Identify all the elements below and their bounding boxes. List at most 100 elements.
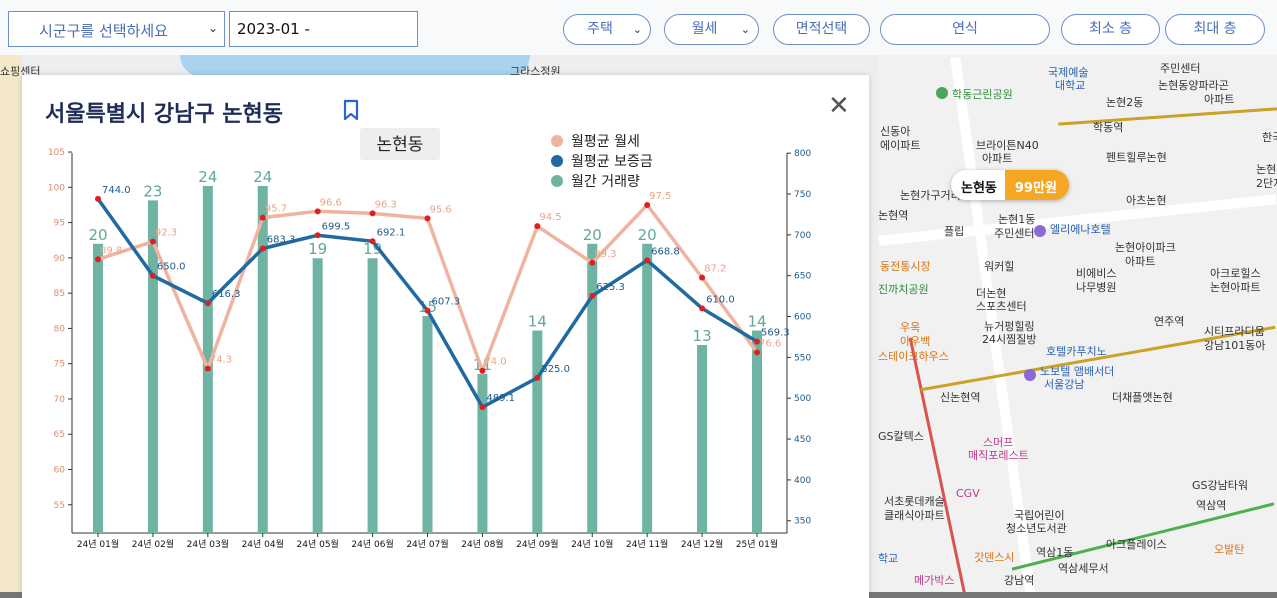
deposit-point xyxy=(259,245,266,252)
volume-label: 13 xyxy=(693,327,712,345)
deposit-point xyxy=(644,257,651,264)
map-label: 오발탄 xyxy=(1214,543,1245,556)
rent-value-label: 96.3 xyxy=(375,199,397,210)
map-label: 주민센터 xyxy=(1160,62,1201,75)
y-tick-label-right: 700 xyxy=(794,231,811,241)
deposit-value-label: 744.0 xyxy=(102,185,131,196)
x-tick-label: 24년 04월 xyxy=(242,538,284,550)
y-tick-label-right: 350 xyxy=(794,517,811,527)
district-select[interactable]: 시군구를 선택하세요 ⌄ xyxy=(8,11,225,47)
rent-point xyxy=(314,208,321,215)
close-icon[interactable]: ✕ xyxy=(828,93,850,119)
map-river xyxy=(180,55,530,77)
deposit-value-label: 607.3 xyxy=(432,297,461,308)
y-tick-label-right: 500 xyxy=(794,394,811,404)
y-tick-label-left: 95 xyxy=(54,219,65,229)
deposit-point xyxy=(149,272,156,279)
map-label: 역삼세무서 xyxy=(1058,562,1109,575)
map-label: 논현아파트 xyxy=(1210,281,1261,294)
volume-label: 20 xyxy=(88,226,107,244)
deposit-value-label: 616.3 xyxy=(212,289,241,300)
map-label: GS칼텍스 xyxy=(878,430,924,443)
bookmark-icon[interactable] xyxy=(342,99,360,121)
district-select-label: 시군구를 선택하세요 xyxy=(39,22,168,40)
rent-value-label: 89.3 xyxy=(594,249,616,260)
x-tick-label: 24년 07월 xyxy=(406,538,448,550)
subway-line-red xyxy=(908,337,967,596)
deposit-value-label: 610.0 xyxy=(706,294,735,305)
y-tick-label-right: 600 xyxy=(794,313,811,323)
x-tick-label: 24년 01월 xyxy=(77,538,119,550)
housing-type-label: 주택 xyxy=(587,21,613,37)
x-tick-label: 24년 12월 xyxy=(681,538,723,550)
rent-value-label: 95.6 xyxy=(430,204,452,215)
y-tick-label-right: 400 xyxy=(794,476,811,486)
area-select-button[interactable]: 면적선택 xyxy=(773,14,870,45)
volume-label: 14 xyxy=(528,313,547,331)
legend-swatch xyxy=(551,175,563,187)
rent-point xyxy=(479,367,486,374)
filter-toolbar: 시군구를 선택하세요 ⌄ 2023-01 - 주택 ⌄ 월세 ⌄ 면적선택 연식… xyxy=(0,0,1277,55)
rent-point xyxy=(95,256,101,263)
map-label: 스포츠센터 xyxy=(976,300,1027,313)
y-tick-label-left: 105 xyxy=(48,148,65,158)
legend-swatch xyxy=(551,135,563,147)
volume-label: 23 xyxy=(143,182,162,200)
max-floor-button[interactable]: 최대 층 xyxy=(1165,14,1265,45)
map-label: 청소년도서관 xyxy=(1006,522,1067,535)
map-label: 더채플앳논현 xyxy=(1112,391,1173,404)
price-badge[interactable]: 논현동 99만원 xyxy=(951,170,1069,200)
map-label: 호텔카푸치노 xyxy=(1046,345,1107,358)
map-label: 갓덴스시 xyxy=(974,551,1015,564)
rent-value-label: 87.2 xyxy=(704,264,726,275)
build-year-button[interactable]: 연식 xyxy=(880,14,1050,45)
map-label: 신논현역 xyxy=(940,391,981,404)
volume-label: 24 xyxy=(253,168,272,186)
map-label: 클래식아파트 xyxy=(884,509,945,522)
volume-bar xyxy=(642,243,653,533)
legend-label: 월평균 보증금 xyxy=(571,154,653,170)
rent-value-label: 74.0 xyxy=(484,357,506,368)
map-label: 2단지 xyxy=(1256,177,1277,190)
min-floor-button[interactable]: 최소 층 xyxy=(1061,14,1160,45)
rent-point xyxy=(754,349,760,356)
price-badge-dong: 논현동 xyxy=(961,181,997,196)
deposit-point xyxy=(479,404,486,411)
y-tick-label-left: 100 xyxy=(48,183,65,193)
map-land-left xyxy=(0,55,22,598)
date-range-input[interactable]: 2023-01 - xyxy=(229,11,418,47)
y-tick-label-right: 550 xyxy=(794,353,811,363)
hotel-icon xyxy=(1024,369,1036,381)
map-label: 논현역 xyxy=(878,209,909,222)
subway-line-yellow xyxy=(1058,107,1277,126)
rent-value-label: 94.5 xyxy=(539,212,561,223)
map-label: GS강남타워 xyxy=(1192,479,1248,492)
map-label: 주민센터 xyxy=(994,227,1035,240)
y-tick-label-left: 55 xyxy=(54,501,65,511)
map-label: 연주역 xyxy=(1154,315,1185,328)
volume-label: 20 xyxy=(583,226,602,244)
deal-type-label: 월세 xyxy=(691,21,718,37)
rent-point xyxy=(149,238,156,245)
map-label: 아크플레이스 xyxy=(1106,538,1167,551)
map-label: 플립 xyxy=(944,225,965,238)
rent-point xyxy=(589,259,596,266)
rent-value-label: 96.6 xyxy=(320,197,342,208)
y-tick-label-left: 85 xyxy=(54,289,65,299)
map-label: 엘리에나호텔 xyxy=(1050,223,1111,236)
deposit-value-label: 699.5 xyxy=(322,221,351,232)
y-tick-label-left: 60 xyxy=(54,466,66,476)
y-tick-label-left: 80 xyxy=(54,324,66,334)
housing-type-select[interactable]: 주택 ⌄ xyxy=(563,14,651,45)
x-tick-label: 24년 11월 xyxy=(626,538,668,550)
chevron-down-icon: ⌄ xyxy=(207,21,218,35)
y-tick-label-right: 750 xyxy=(794,190,811,200)
y-tick-label-left: 70 xyxy=(54,395,66,405)
y-tick-label-right: 450 xyxy=(794,435,811,445)
deposit-value-label: 525.0 xyxy=(541,364,570,375)
map-label: 진까치공원 xyxy=(878,283,929,296)
map-label: 펜트힐루논현 xyxy=(1106,151,1167,164)
deal-type-select[interactable]: 월세 ⌄ xyxy=(664,14,759,45)
y-tick-label-left: 75 xyxy=(54,360,65,370)
map-label: 대학교 xyxy=(1055,79,1086,92)
